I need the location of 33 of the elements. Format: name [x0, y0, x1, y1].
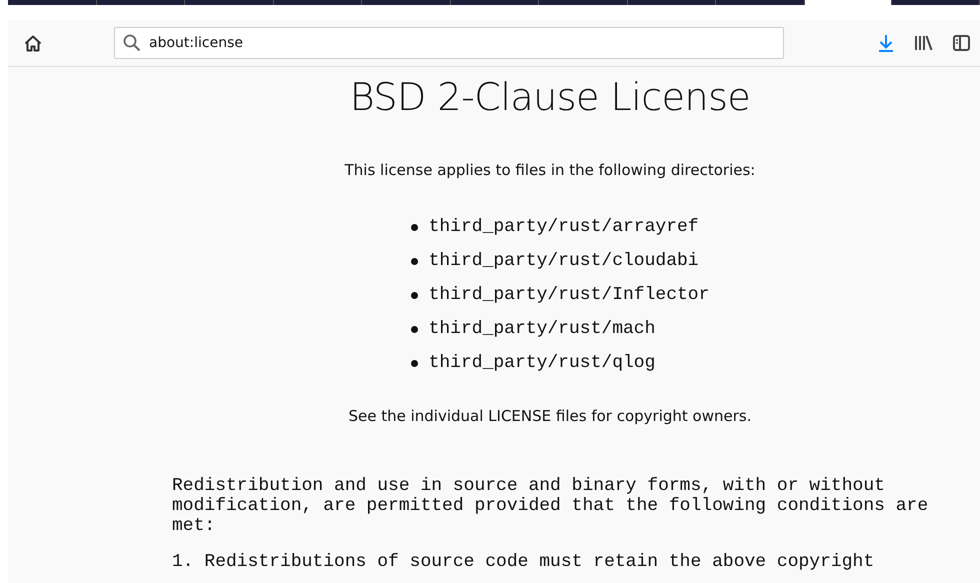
bullet-icon [410, 258, 418, 264]
bullet-icon [410, 326, 418, 332]
license-text-line: modification, are permitted provided that the following conditions are [172, 496, 928, 516]
browser-tab[interactable] [450, 0, 540, 5]
directory-path: third_party/rust/arrayref [428, 217, 699, 237]
intro-text: This license applies to files in the following directories: [344, 161, 756, 179]
license-text-line: 1. Redistributions of source code must retain the above copyright [172, 552, 874, 572]
bullet-icon [410, 360, 418, 366]
directory-path: third_party/rust/mach [428, 319, 656, 339]
address-bar[interactable]: about:license [114, 27, 784, 59]
bullet-icon [410, 224, 418, 230]
browser-tab[interactable] [96, 0, 186, 5]
browser-tab[interactable] [892, 0, 980, 5]
browser-tab[interactable] [628, 0, 716, 5]
search-icon [123, 34, 141, 52]
browser-tab[interactable] [716, 0, 805, 5]
note-text: See the individual LICENSE files for copyright owners. [348, 407, 752, 425]
library-icon[interactable] [914, 35, 933, 51]
browser-tab[interactable] [274, 0, 362, 5]
directory-path: third_party/rust/Inflector [428, 285, 710, 305]
home-icon[interactable] [24, 34, 42, 52]
page-title: BSD 2-Clause License [350, 75, 750, 119]
browser-tab[interactable] [185, 0, 274, 5]
browser-tab[interactable] [539, 0, 628, 5]
browser-tab[interactable] [8, 0, 97, 5]
directory-path: third_party/rust/cloudabi [428, 251, 699, 271]
directory-path: third_party/rust/qlog [428, 353, 656, 373]
download-icon[interactable] [878, 34, 894, 52]
license-text-line: met: [172, 516, 216, 536]
license-text-line: Redistribution and use in source and binary forms, with or without [172, 476, 885, 496]
sidebar-icon[interactable] [953, 35, 970, 51]
bullet-icon [410, 292, 418, 298]
browser-tab[interactable] [362, 0, 451, 5]
